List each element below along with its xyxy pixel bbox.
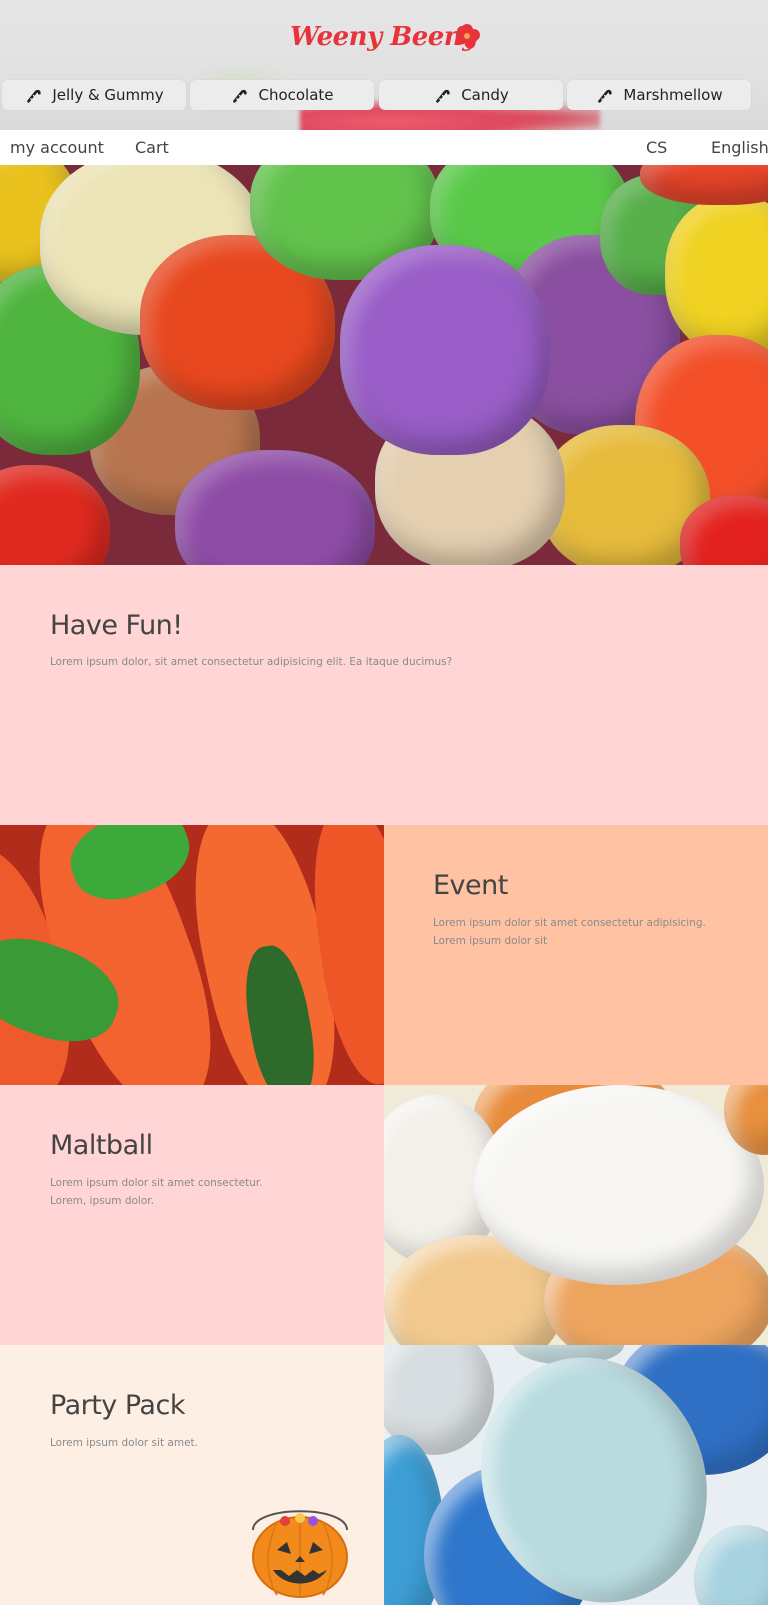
section-text-line1: Lorem ipsum dolor sit amet consectetur. <box>50 1177 263 1189</box>
blue-almond-candy-image <box>384 1345 768 1605</box>
hero-gumdrops-image <box>0 165 768 565</box>
nav-item-label: Chocolate <box>258 86 334 104</box>
nav-item-jelly-gummy[interactable]: Jelly & Gummy <box>2 80 186 110</box>
section-text: Lorem ipsum dolor, sit amet consectetur … <box>50 656 453 668</box>
almond-candy <box>474 1085 764 1285</box>
nav-item-label: Candy <box>461 86 509 104</box>
nav-item-candy[interactable]: Candy <box>379 80 563 110</box>
candy-cane-icon <box>598 89 613 103</box>
my-account-link[interactable]: my account <box>10 138 104 157</box>
header: Weeny Beeny Jelly & Gummy Chocolate Cand… <box>0 0 768 130</box>
account-bar: my account Cart CS English <box>0 130 768 165</box>
carrot-candy-image <box>0 825 384 1085</box>
section-title: Maltball <box>50 1130 153 1161</box>
brand-logo[interactable]: Weeny Beeny <box>290 18 490 62</box>
gumdrop <box>0 465 110 565</box>
almond-candy <box>694 1525 768 1605</box>
section-text: Lorem ipsum dolor sit amet. <box>50 1437 198 1449</box>
section-text-line1: Lorem ipsum dolor sit amet consectetur a… <box>433 917 706 929</box>
section-title: Party Pack <box>50 1390 185 1421</box>
section-text-line2: Lorem ipsum dolor sit <box>433 935 548 947</box>
nav-item-marshmellow[interactable]: Marshmellow <box>567 80 751 110</box>
event-section: Event Lorem ipsum dolor sit amet consect… <box>384 825 768 1085</box>
section-text-line2: Lorem, ipsum dolor. <box>50 1195 154 1207</box>
language-selector[interactable]: English <box>711 138 768 157</box>
party-pack-section: Party Pack Lorem ipsum dolor sit amet. <box>0 1345 384 1605</box>
candy-cane-icon <box>436 89 450 103</box>
gumdrop <box>340 245 550 455</box>
candy-cane-icon <box>233 89 248 103</box>
gumdrop <box>175 450 375 565</box>
maltball-section: Maltball Lorem ipsum dolor sit amet cons… <box>0 1085 384 1345</box>
flower-icon <box>455 24 480 49</box>
logo-text: Weeny Beeny <box>290 22 477 52</box>
have-fun-section: Have Fun! Lorem ipsum dolor, sit amet co… <box>0 565 768 825</box>
nav-item-label: Jelly & Gummy <box>52 86 164 104</box>
section-title: Have Fun! <box>50 610 183 641</box>
nav-item-label: Marshmellow <box>623 86 723 104</box>
section-title: Event <box>433 870 508 901</box>
almond-candy-image <box>384 1085 768 1345</box>
gumdrop <box>665 195 768 355</box>
cs-link[interactable]: CS <box>646 138 667 157</box>
category-nav: Jelly & Gummy Chocolate Candy Marshmello… <box>0 80 768 110</box>
page: Weeny Beeny Jelly & Gummy Chocolate Cand… <box>0 0 768 1605</box>
cart-link[interactable]: Cart <box>135 138 169 157</box>
candy-cane-icon <box>27 89 41 103</box>
nav-item-chocolate[interactable]: Chocolate <box>190 80 374 110</box>
pumpkin-basket-icon <box>252 1510 348 1598</box>
